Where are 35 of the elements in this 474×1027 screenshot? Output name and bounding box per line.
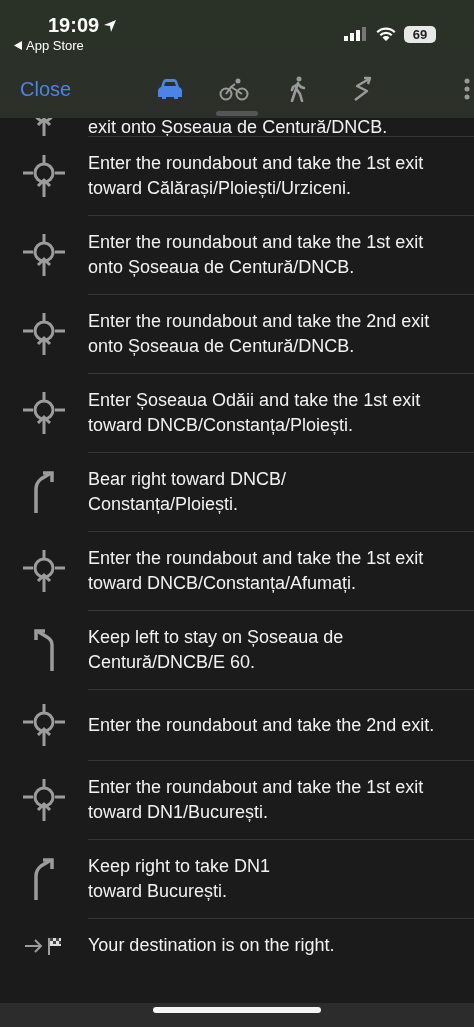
direction-step-text: Enter Șoseaua Odăii and take the 1st exit toward DNCB/Constanța/Ploiești. — [88, 389, 422, 437]
roundabout-icon — [23, 155, 65, 197]
direction-step-text: Enter the roundabout and take the 2nd exit. — [88, 713, 436, 737]
direction-step-text: Bear right toward DNCB/ Constanța/Ploiești. — [88, 468, 288, 516]
direction-step-text: Enter the roundabout and take the 1st exit toward Călărași/Ploiești/Urziceni. — [88, 152, 425, 200]
roundabout-icon — [23, 704, 65, 746]
clock-time: 19:09 — [48, 14, 100, 37]
more-options-icon[interactable] — [464, 78, 470, 100]
direction-step-text: Keep right to take DN1 toward București. — [88, 855, 272, 903]
direction-step-text: Enter the roundabout and take the 1st exit toward DNCB/Constanța/Afumați. — [88, 547, 425, 595]
close-button[interactable]: Close — [20, 77, 72, 101]
roundabout-icon — [23, 550, 65, 592]
back-triangle-icon — [14, 41, 22, 50]
location-arrow-icon — [103, 18, 118, 33]
walking-person-icon — [289, 76, 308, 102]
drag-handle[interactable] — [216, 111, 258, 116]
car-icon — [157, 78, 184, 100]
back-to-app-link[interactable]: App Store — [26, 38, 84, 53]
keep-left-icon — [32, 629, 56, 671]
cellular-signal-icon — [344, 27, 368, 41]
direction-step-text: Enter the roundabout and take the 2nd exit onto Șoseaua de Centură/DNCB. — [88, 310, 431, 358]
bear-right-icon — [32, 471, 56, 513]
bicycle-icon — [219, 77, 250, 101]
direction-step-text: Enter the roundabout and take the 1st exit toward DN1/București. — [88, 776, 425, 824]
direction-step-text: Enter the roundabout and take the 1st exit onto Șoseaua de Centură/DNCB. — [88, 231, 425, 279]
roundabout-icon — [23, 313, 65, 355]
bear-right-icon — [32, 858, 56, 900]
roundabout-icon — [23, 234, 65, 276]
direction-step-text: Keep left to stay on Șoseaua de Centură/DNCB/E 60. — [88, 626, 345, 674]
wifi-icon — [376, 27, 396, 41]
roundabout-icon — [23, 779, 65, 821]
direction-step-text: exit onto Șoseaua de Centură/DNCB. — [88, 118, 389, 136]
direction-step-text: Your destination is on the right. — [88, 934, 336, 957]
battery-level: 69 — [404, 25, 436, 43]
roundabout-icon — [23, 392, 65, 434]
